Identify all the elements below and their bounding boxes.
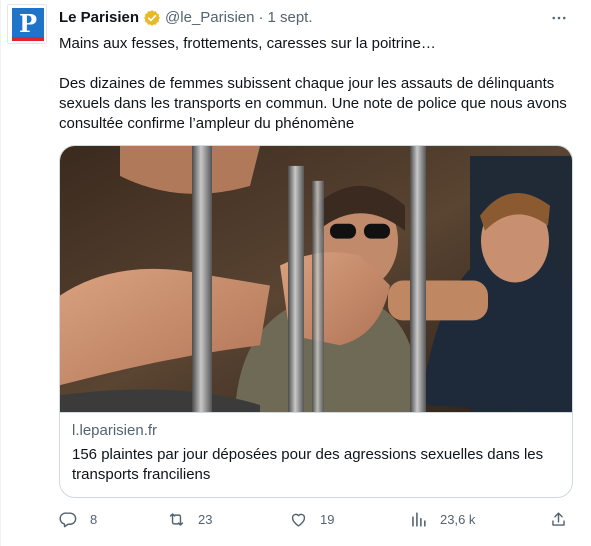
card-title: 156 plaintes par jour déposées pour des … bbox=[72, 446, 544, 483]
author-name[interactable]: Le Parisien bbox=[59, 8, 139, 28]
link-card[interactable]: l.leparisien.fr 156 plaintes par jour dé… bbox=[59, 145, 573, 498]
like-count: 19 bbox=[320, 512, 335, 527]
avatar[interactable]: P bbox=[7, 4, 47, 44]
verified-badge-icon bbox=[143, 9, 161, 27]
le-parisien-logo: P bbox=[12, 8, 44, 41]
card-domain: l.leparisien.fr bbox=[72, 422, 158, 439]
views-count: 23,6 k bbox=[440, 512, 476, 527]
tweet-text-line2: Des dizaines de femmes subissent chaque … bbox=[59, 75, 567, 132]
tweet[interactable]: P Le Parisien @le_Parisien · 1 sept. Mai… bbox=[0, 0, 591, 546]
svg-text:P: P bbox=[19, 9, 37, 38]
views-button[interactable]: 23,6 k bbox=[409, 510, 475, 529]
heart-icon bbox=[291, 513, 306, 527]
author-handle[interactable]: @le_Parisien bbox=[165, 8, 254, 28]
tweet-text-line1: Mains aux fesses, frottements, caresses … bbox=[59, 35, 436, 52]
tweet-text: Mains aux fesses, frottements, caresses … bbox=[59, 34, 575, 134]
retweet-count: 23 bbox=[198, 512, 213, 527]
separator-dot: · bbox=[258, 9, 264, 26]
share-icon bbox=[552, 512, 565, 526]
reply-icon bbox=[59, 512, 77, 528]
share-button[interactable] bbox=[549, 510, 568, 529]
views-icon bbox=[412, 512, 426, 527]
card-image bbox=[60, 146, 572, 413]
reply-count: 8 bbox=[90, 512, 98, 527]
tweet-date[interactable]: 1 sept. bbox=[267, 8, 312, 28]
tweet-header: Le Parisien @le_Parisien · 1 sept. bbox=[59, 8, 313, 28]
reply-button[interactable]: 8 bbox=[59, 510, 97, 529]
like-button[interactable]: 19 bbox=[289, 510, 334, 529]
retweet-icon bbox=[169, 513, 184, 526]
retweet-button[interactable]: 23 bbox=[167, 510, 212, 529]
more-icon[interactable] bbox=[549, 8, 569, 28]
action-bar: 8 23 19 23,6 k bbox=[51, 510, 581, 534]
